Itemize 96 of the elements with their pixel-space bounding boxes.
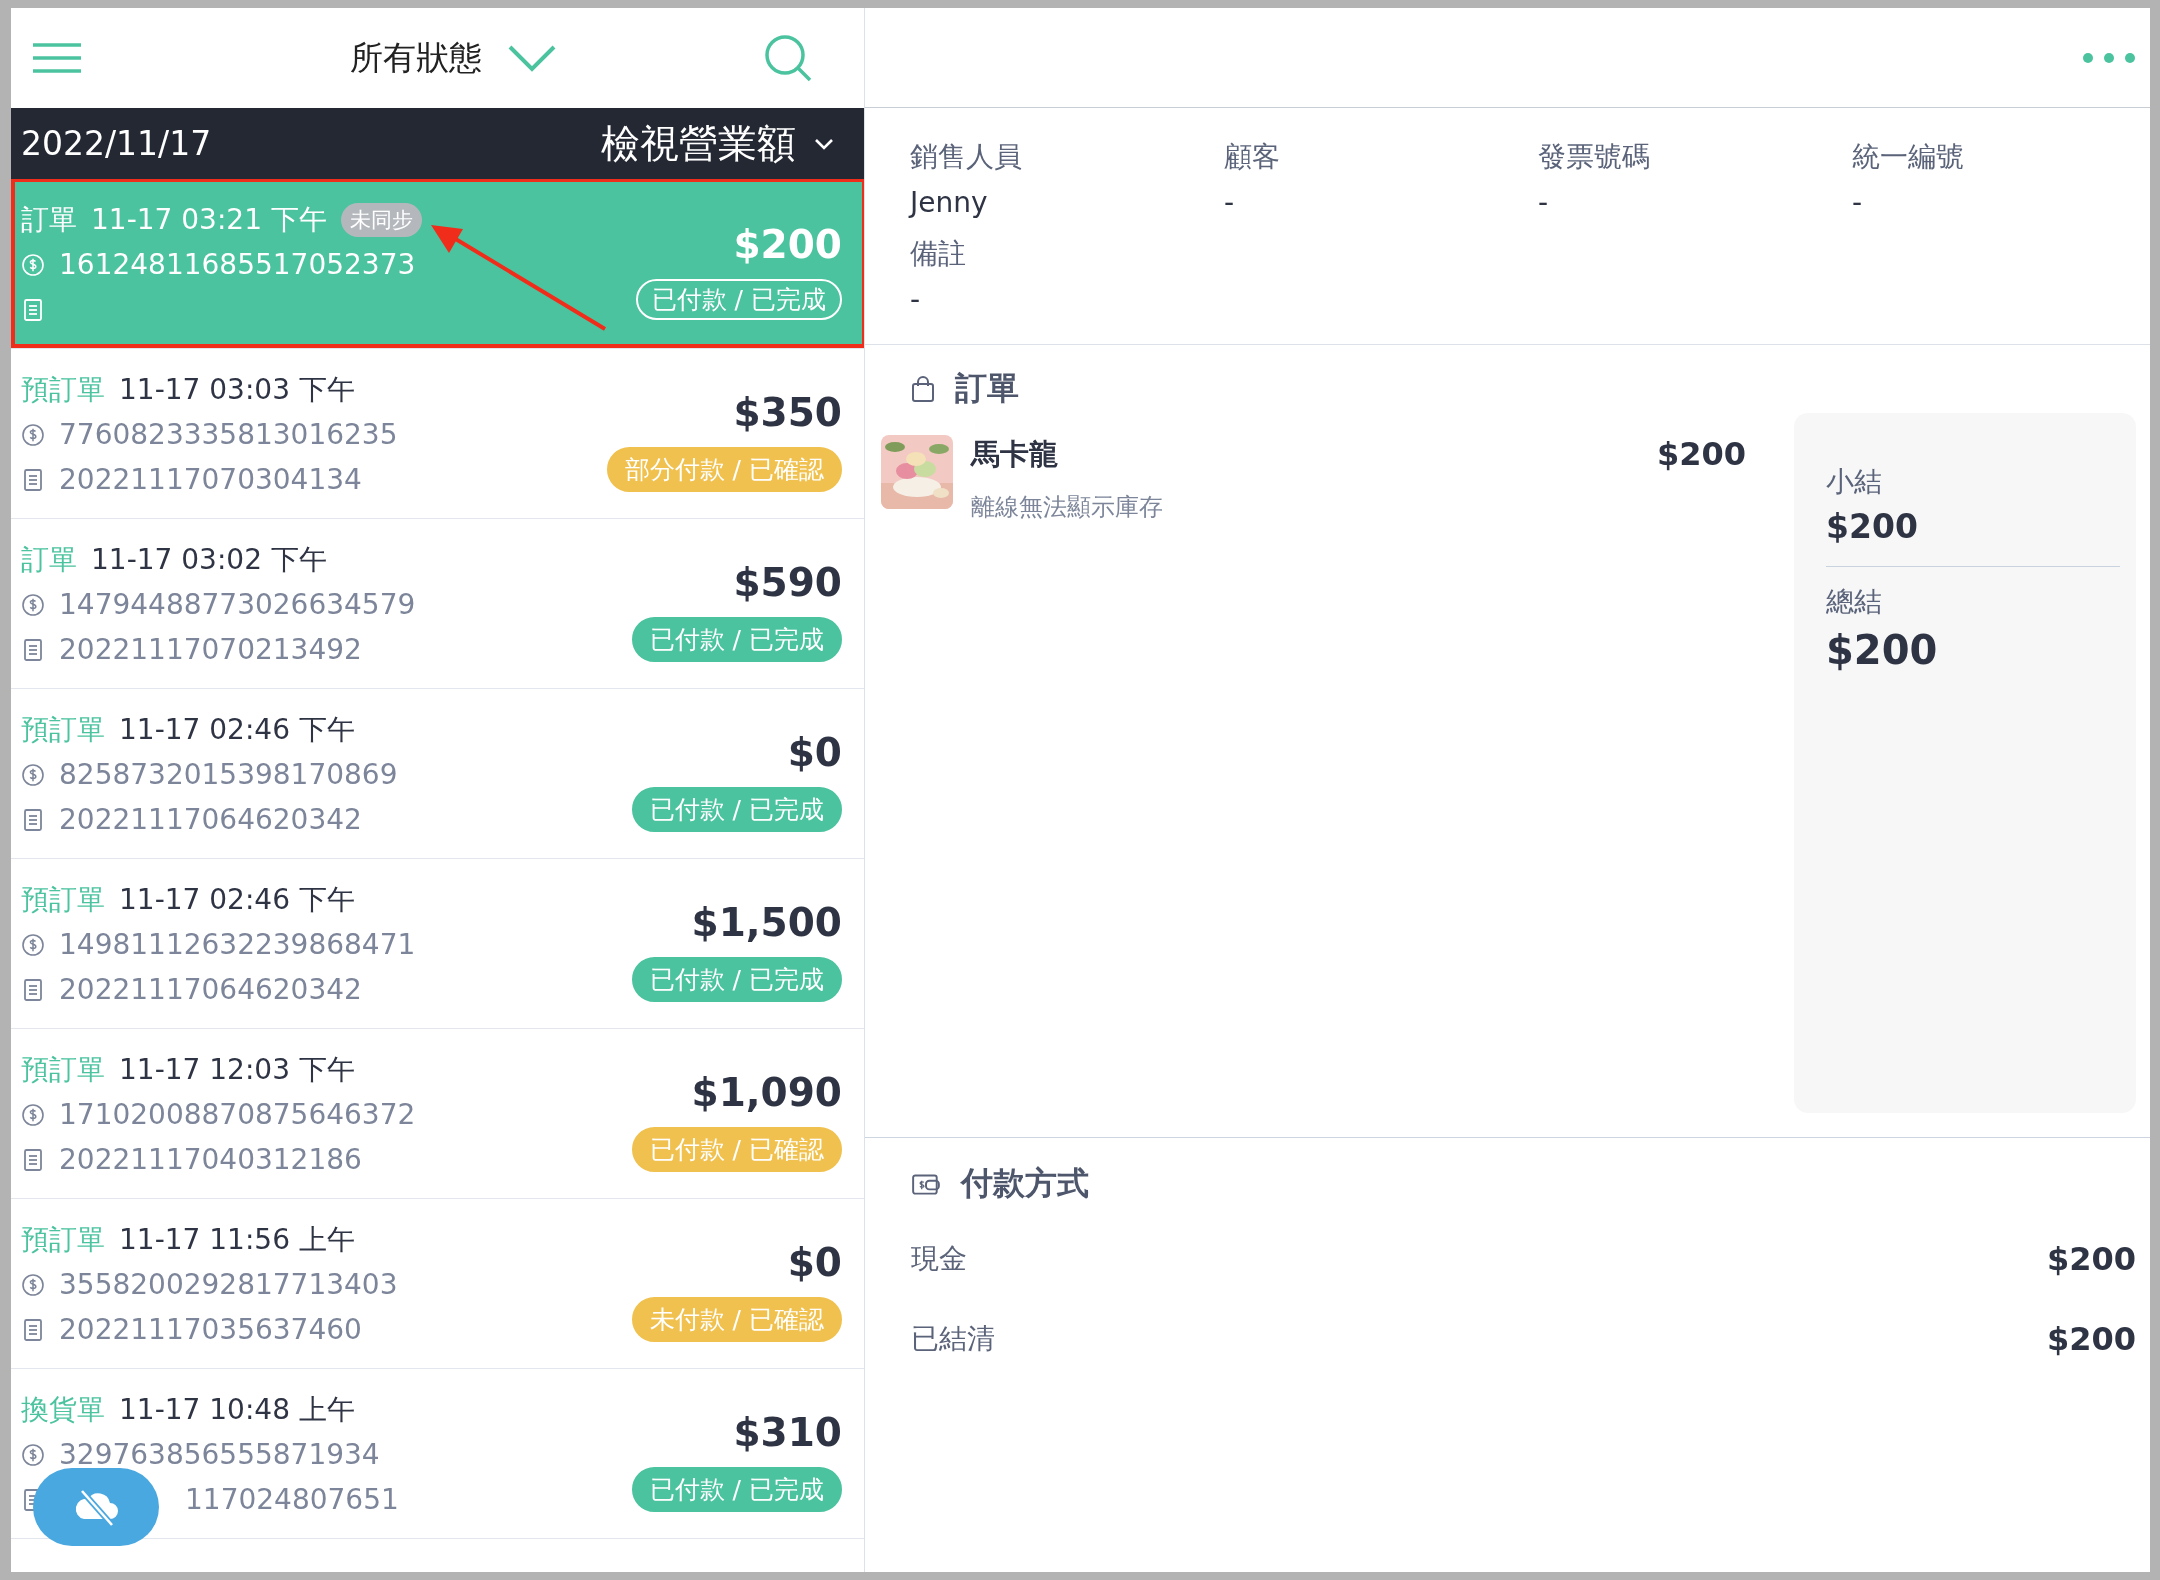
order-type: 預訂單 <box>21 1221 105 1258</box>
status-badge: 已付款 / 已完成 <box>631 616 842 662</box>
payment-id: 329763856555871934 <box>59 1438 380 1471</box>
field-value: - <box>1224 186 1236 219</box>
payment-id: 14981112632239868471 <box>59 928 416 961</box>
receipt-number: 20221117070213492 <box>59 633 362 666</box>
order-type: 預訂單 <box>21 1051 105 1088</box>
receipt-number: 20221117035637460 <box>59 1313 362 1346</box>
order-amount: $0 <box>787 729 842 775</box>
field-label: 銷售人員 <box>910 139 1023 175</box>
receipt-number: 20221117064620342 <box>59 973 362 1006</box>
sync-badge: 未同步 <box>340 202 422 237</box>
receipt-icon <box>21 297 45 322</box>
summary-label: 小結 <box>1826 464 1883 500</box>
order-type: 換貨單 <box>21 1391 105 1428</box>
receipt-icon <box>21 637 45 662</box>
receipt-number: 117024807651 <box>185 1483 399 1516</box>
dollar-icon <box>21 422 45 447</box>
order-time: 11-17 12:03 下午 <box>119 1051 355 1088</box>
payment-id: 16124811685517052373 <box>59 248 416 281</box>
more-icon[interactable] <box>2082 51 2136 64</box>
dollar-icon <box>21 1102 45 1127</box>
payment-label: 已結清 <box>911 1321 995 1357</box>
payment-amount: $200 <box>2046 1320 2136 1358</box>
receipt-icon <box>21 807 45 832</box>
order-type: 預訂單 <box>21 711 105 748</box>
receipt-icon <box>21 1147 45 1172</box>
status-badge: 已付款 / 已確認 <box>631 1126 842 1172</box>
dollar-icon <box>21 592 45 617</box>
field-value: - <box>1852 186 1864 219</box>
field-label: 顧客 <box>1224 139 1281 175</box>
summary-value: $200 <box>1826 507 1919 546</box>
menu-icon[interactable] <box>33 42 81 74</box>
order-type: 預訂單 <box>21 371 105 408</box>
order-amount: $1,500 <box>691 899 842 945</box>
order-time: 11-17 03:03 下午 <box>119 371 355 408</box>
field-value: - <box>1538 186 1550 219</box>
status-badge: 已付款 / 已完成 <box>631 1466 842 1512</box>
dollar-icon <box>21 762 45 787</box>
date-label: 2022/11/17 <box>21 124 212 163</box>
receipt-number: 20221117040312186 <box>59 1143 362 1176</box>
status-badge: 已付款 / 已完成 <box>631 786 842 832</box>
section-title: 付款方式 <box>961 1163 1089 1204</box>
field-label: 統一編號 <box>1852 139 1965 175</box>
order-type: 訂單 <box>21 201 77 238</box>
payment-id: 3558200292817713403 <box>59 1268 398 1301</box>
receipt-number: 20221117070304134 <box>59 463 362 496</box>
receipt-icon <box>21 977 45 1002</box>
payment-id: 8258732015398170869 <box>59 758 398 791</box>
field-value: Jenny <box>910 186 989 219</box>
status-badge: 已付款 / 已完成 <box>635 278 842 320</box>
status-badge: 未付款 / 已確認 <box>631 1296 842 1342</box>
item-note: 離線無法顯示庫存 <box>971 492 1164 523</box>
item-price: $200 <box>1656 435 1746 473</box>
order-amount: $200 <box>733 221 842 267</box>
order-time: 11-17 03:02 下午 <box>91 541 327 578</box>
status-badge: 已付款 / 已完成 <box>631 956 842 1002</box>
payment-id: 17102008870875646372 <box>59 1098 416 1131</box>
field-label: 備註 <box>910 236 967 272</box>
dollar-icon <box>21 252 45 277</box>
order-type: 預訂單 <box>21 881 105 918</box>
payment-amount: $200 <box>2046 1240 2136 1278</box>
order-time: 11-17 02:46 下午 <box>119 881 355 918</box>
status-dropdown[interactable]: 所有狀態 <box>349 35 556 81</box>
order-amount: $1,090 <box>691 1069 842 1115</box>
receipt-icon <box>21 467 45 492</box>
order-amount: $0 <box>787 1239 842 1285</box>
dollar-icon <box>21 1442 45 1467</box>
payment-label: 現金 <box>911 1241 967 1277</box>
payment-id: 14794488773026634579 <box>59 588 416 621</box>
view-revenue-button[interactable]: 檢視營業額 <box>601 116 834 171</box>
chevron-down-icon <box>814 137 834 150</box>
shopping-bag-icon <box>911 374 935 404</box>
summary-label: 總結 <box>1826 584 1883 620</box>
order-type: 訂單 <box>21 541 77 578</box>
search-icon[interactable] <box>764 34 812 82</box>
receipt-icon <box>21 1317 45 1342</box>
order-time: 11-17 11:56 上午 <box>119 1221 355 1258</box>
section-title: 訂單 <box>955 368 1019 409</box>
order-amount: $590 <box>733 559 842 605</box>
receipt-number: 20221117064620342 <box>59 803 362 836</box>
summary-value: $200 <box>1826 627 1939 673</box>
dollar-icon <box>21 932 45 957</box>
order-time: 11-17 03:21 下午 <box>91 201 327 238</box>
chevron-down-icon <box>507 44 556 72</box>
order-amount: $350 <box>733 389 842 435</box>
dollar-icon <box>21 1272 45 1297</box>
order-time: 11-17 02:46 下午 <box>119 711 355 748</box>
status-badge: 部分付款 / 已確認 <box>606 446 842 492</box>
payment-id: 7760823335813016235 <box>59 418 398 451</box>
field-label: 發票號碼 <box>1538 139 1651 175</box>
wallet-icon <box>911 1171 941 1197</box>
field-value: - <box>910 283 922 316</box>
order-time: 11-17 10:48 上午 <box>119 1391 355 1428</box>
item-name: 馬卡龍 <box>971 436 1059 473</box>
order-amount: $310 <box>733 1409 842 1455</box>
